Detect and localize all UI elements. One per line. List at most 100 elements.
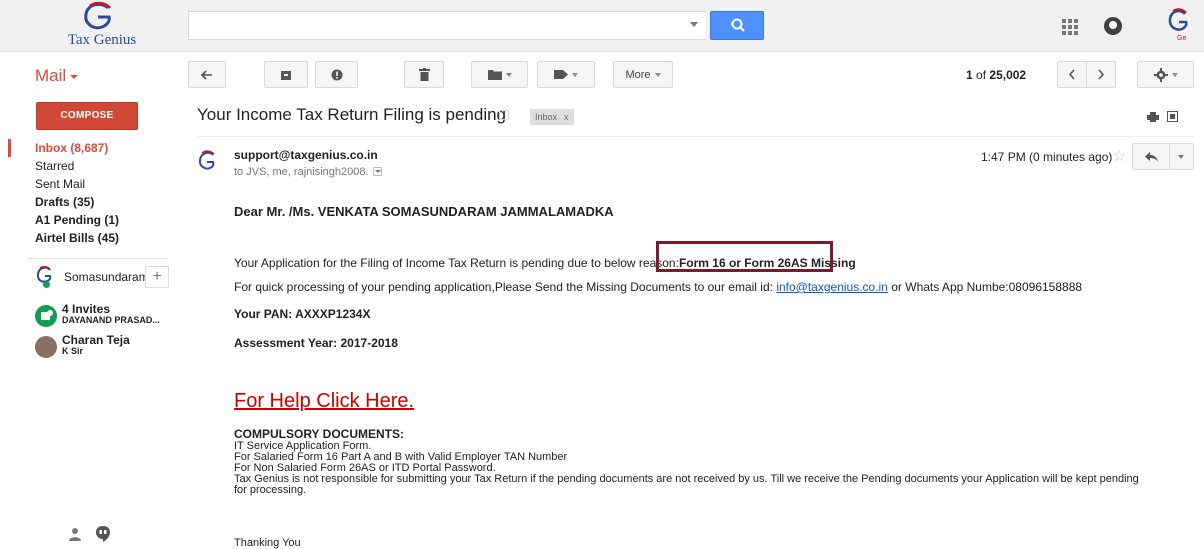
search-options-caret-icon[interactable] (690, 22, 698, 27)
svg-text:Ge: Ge (1177, 35, 1186, 42)
inbox-label-chip: Inbox x (530, 109, 574, 125)
reply-button[interactable] (1132, 143, 1170, 170)
invites-title: 4 Invites (62, 302, 111, 316)
apps-grid-icon[interactable] (1062, 19, 1078, 35)
online-status-icon (43, 281, 50, 288)
important-marker-icon[interactable] (499, 110, 509, 120)
sidebar-item-sent-mail[interactable]: Sent Mail (0, 175, 170, 193)
star-icon[interactable]: ☆ (1112, 146, 1126, 166)
search-box (188, 11, 706, 40)
page-count-total: 25,002 (989, 68, 1027, 82)
sidebar-divider (28, 258, 168, 259)
folder-icon (487, 70, 502, 80)
labels-button[interactable] (537, 61, 595, 88)
search-icon (731, 18, 745, 32)
quick-processing-note: For quick processing of your pending app… (234, 280, 1082, 294)
reason-text: Your Application for the Filing of Incom… (234, 256, 679, 270)
move-to-button[interactable] (471, 61, 528, 88)
sidebar-item-airtel-bills[interactable]: Airtel Bills (45) (0, 229, 170, 247)
pan-number: Your PAN: AXXXP1234X (234, 307, 371, 321)
archive-button[interactable] (264, 61, 308, 88)
sidebar-nav: Inbox (8,687) Starred Sent Mail Drafts (… (0, 139, 170, 247)
chevron-right-icon (1098, 69, 1105, 80)
sidebar-item-drafts[interactable]: Drafts (35) (0, 193, 170, 211)
logo-g-icon (84, 2, 111, 30)
quick-text: For quick processing of your pending app… (234, 280, 773, 294)
recipients-text: to JVS, me, rajnisingh2008. (234, 166, 369, 178)
sender-email[interactable]: support@taxgenius.co.in (234, 148, 378, 162)
newer-button[interactable] (1057, 61, 1087, 88)
label-chip-text: Inbox (535, 112, 558, 122)
hangouts-contact[interactable]: Charan Teja K Sir (35, 333, 175, 361)
hangouts-user-name: Somasundaram (64, 270, 149, 284)
reply-icon (1145, 152, 1158, 162)
more-actions-button[interactable] (1170, 143, 1194, 170)
label-tag-icon (554, 70, 568, 79)
remove-label-button[interactable]: x (564, 112, 569, 122)
greeting: Dear Mr. /Ms. VENKATA SOMASUNDARAM JAMMA… (234, 204, 614, 219)
settings-caret-icon (1171, 72, 1178, 77)
message-time: 1:47 PM (0 minutes ago) (981, 150, 1113, 164)
contact-avatar (35, 336, 57, 358)
page-count-range: 1 (966, 68, 973, 82)
add-hangout-button[interactable]: + (145, 266, 169, 288)
archive-icon (281, 70, 291, 80)
notifications-icon[interactable] (1104, 17, 1122, 35)
assessment-year: Assessment Year: 2017-2018 (234, 336, 398, 350)
whatsapp-text: or Whats App Numbe:08096158888 (891, 280, 1083, 294)
compose-button[interactable]: COMPOSE (36, 102, 138, 130)
gear-icon (1153, 67, 1168, 82)
tax-genius-logo[interactable]: Tax Genius (52, 2, 152, 50)
support-email-link[interactable]: info@taxgenius.co.in (776, 280, 888, 294)
person-icon[interactable] (68, 527, 82, 541)
labels-caret-icon (572, 72, 578, 77)
more-button[interactable]: More (613, 61, 673, 88)
mail-label: Mail (35, 66, 67, 85)
page-count-of: of (976, 68, 987, 82)
older-button[interactable] (1086, 61, 1116, 88)
search-input[interactable] (189, 12, 669, 39)
hangouts-icon[interactable] (96, 526, 110, 542)
more-caret-icon (654, 72, 661, 77)
sender-avatar-icon (198, 150, 215, 170)
page-count: 1 of 25,002 (966, 68, 1026, 82)
hangouts-self[interactable]: Somasundaram + (35, 266, 175, 292)
docs-line: for processing. (234, 484, 307, 496)
sidebar-footer (60, 525, 140, 545)
print-icon[interactable] (1147, 112, 1159, 122)
more-label: More (625, 68, 651, 81)
back-button[interactable] (188, 61, 226, 88)
docs-heading: COMPULSORY DOCUMENTS: (234, 427, 405, 441)
chevron-left-icon (1068, 69, 1075, 80)
help-link[interactable]: For Help Click Here. (234, 390, 414, 413)
contact-status: K Sir (62, 346, 84, 356)
sidebar-item-inbox[interactable]: Inbox (8,687) (0, 139, 170, 157)
sidebar-item-starred[interactable]: Starred (0, 157, 170, 175)
account-avatar-icon[interactable]: Ge (1164, 8, 1192, 42)
message-subject: Your Income Tax Return Filing is pending (197, 105, 507, 124)
spam-icon (331, 69, 342, 80)
highlight-annotation-box (656, 241, 833, 272)
invites-subtitle: DAYANAND PRASAD... (62, 315, 160, 325)
trash-icon (418, 68, 430, 81)
hangouts-invites[interactable]: 4 Invites DAYANAND PRASAD... (35, 302, 175, 330)
logo-text: Tax Genius (67, 32, 137, 48)
new-window-icon[interactable] (1167, 111, 1178, 122)
back-arrow-icon (200, 69, 212, 80)
header-divider (197, 136, 1193, 137)
contact-name: Charan Teja (62, 333, 130, 347)
show-details-caret-icon[interactable] (372, 167, 382, 176)
invites-icon (35, 305, 57, 327)
sidebar-item-a1-pending[interactable]: A1 Pending (1) (0, 211, 170, 229)
top-bar: Tax Genius Ge (0, 0, 1204, 52)
compulsory-documents: COMPULSORY DOCUMENTS: IT Service Applica… (234, 428, 1194, 496)
recipients-line: to JVS, me, rajnisingh2008. (234, 166, 382, 178)
report-spam-button[interactable] (315, 61, 358, 88)
closing-text: Thanking You (234, 537, 301, 549)
settings-button[interactable] (1137, 61, 1194, 88)
move-caret-icon (505, 72, 512, 77)
search-button[interactable] (710, 11, 764, 40)
mail-switcher[interactable]: Mail (35, 66, 79, 86)
mail-caret-icon (70, 74, 79, 79)
delete-button[interactable] (404, 61, 444, 88)
